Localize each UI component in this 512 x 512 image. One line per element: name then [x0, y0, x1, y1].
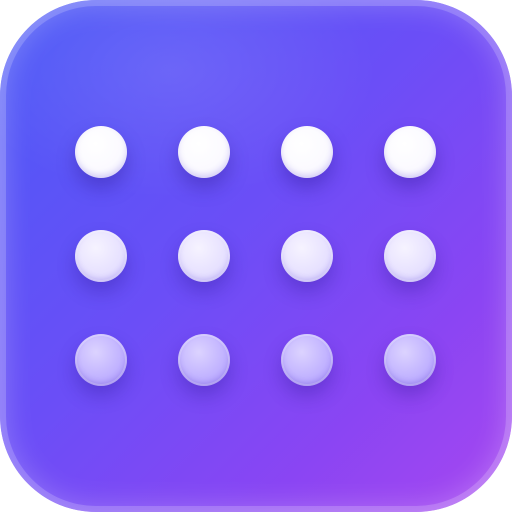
dot-row2-col2 — [178, 230, 230, 282]
dot-row3-col1 — [75, 334, 127, 386]
dot-row2-col1 — [75, 230, 127, 282]
dot-row2-col4 — [384, 230, 436, 282]
app-icon[interactable] — [0, 0, 512, 512]
dot-row1-col2 — [178, 126, 230, 178]
dot-row1-col3 — [281, 126, 333, 178]
dot-row1-col4 — [384, 126, 436, 178]
dot-row3-col2 — [178, 334, 230, 386]
dot-row1-col1 — [75, 126, 127, 178]
dot-row3-col4 — [384, 334, 436, 386]
dot-row3-col3 — [281, 334, 333, 386]
dot-row2-col3 — [281, 230, 333, 282]
